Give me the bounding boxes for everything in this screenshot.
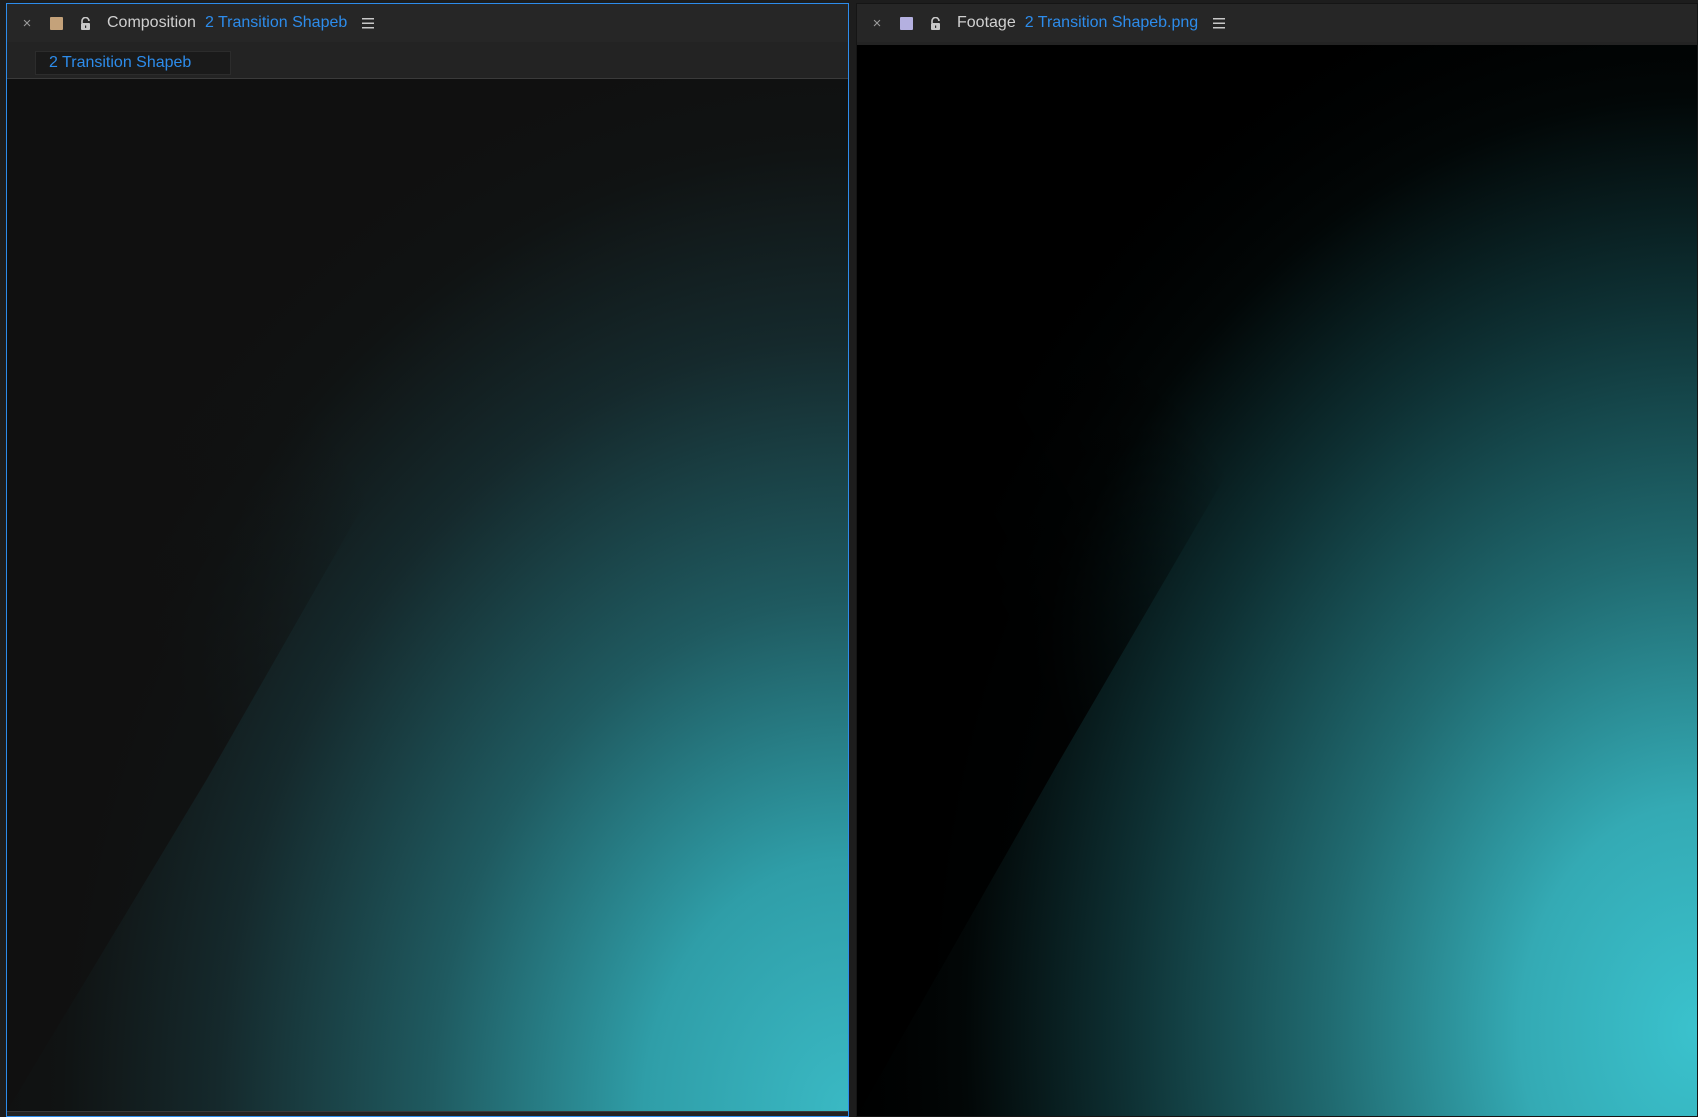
menu-icon[interactable] (1213, 17, 1226, 29)
lock-icon[interactable] (930, 16, 941, 30)
label-color-swatch[interactable] (50, 16, 63, 30)
lock-icon[interactable] (80, 16, 91, 30)
composition-preview-image (7, 79, 848, 1111)
close-icon[interactable]: × (870, 16, 884, 31)
composition-tab-bar: × Composition 2 Transition Shapeb (7, 4, 848, 42)
footage-viewer[interactable] (857, 45, 1697, 1116)
composition-name-tab[interactable]: 2 Transition Shapeb (205, 14, 347, 32)
composition-navigator-bar: 2 Transition Shapeb (7, 42, 848, 79)
footage-panel[interactable]: × Footage 2 Transition Shapeb.png (856, 3, 1698, 1117)
close-icon[interactable]: × (20, 16, 34, 31)
composition-breadcrumb[interactable]: 2 Transition Shapeb (35, 51, 231, 75)
composition-panel[interactable]: × Composition 2 Transition Shapeb 2 Tran… (6, 3, 849, 1117)
footage-preview-image (857, 45, 1697, 1116)
composition-viewer[interactable] (7, 79, 848, 1112)
footage-tab-bar: × Footage 2 Transition Shapeb.png (857, 4, 1697, 42)
panel-type-label: Composition (107, 14, 196, 31)
menu-icon[interactable] (362, 17, 375, 29)
label-color-swatch[interactable] (900, 16, 913, 30)
panel-type-label: Footage (957, 14, 1016, 31)
footage-name-tab[interactable]: 2 Transition Shapeb.png (1025, 14, 1198, 32)
